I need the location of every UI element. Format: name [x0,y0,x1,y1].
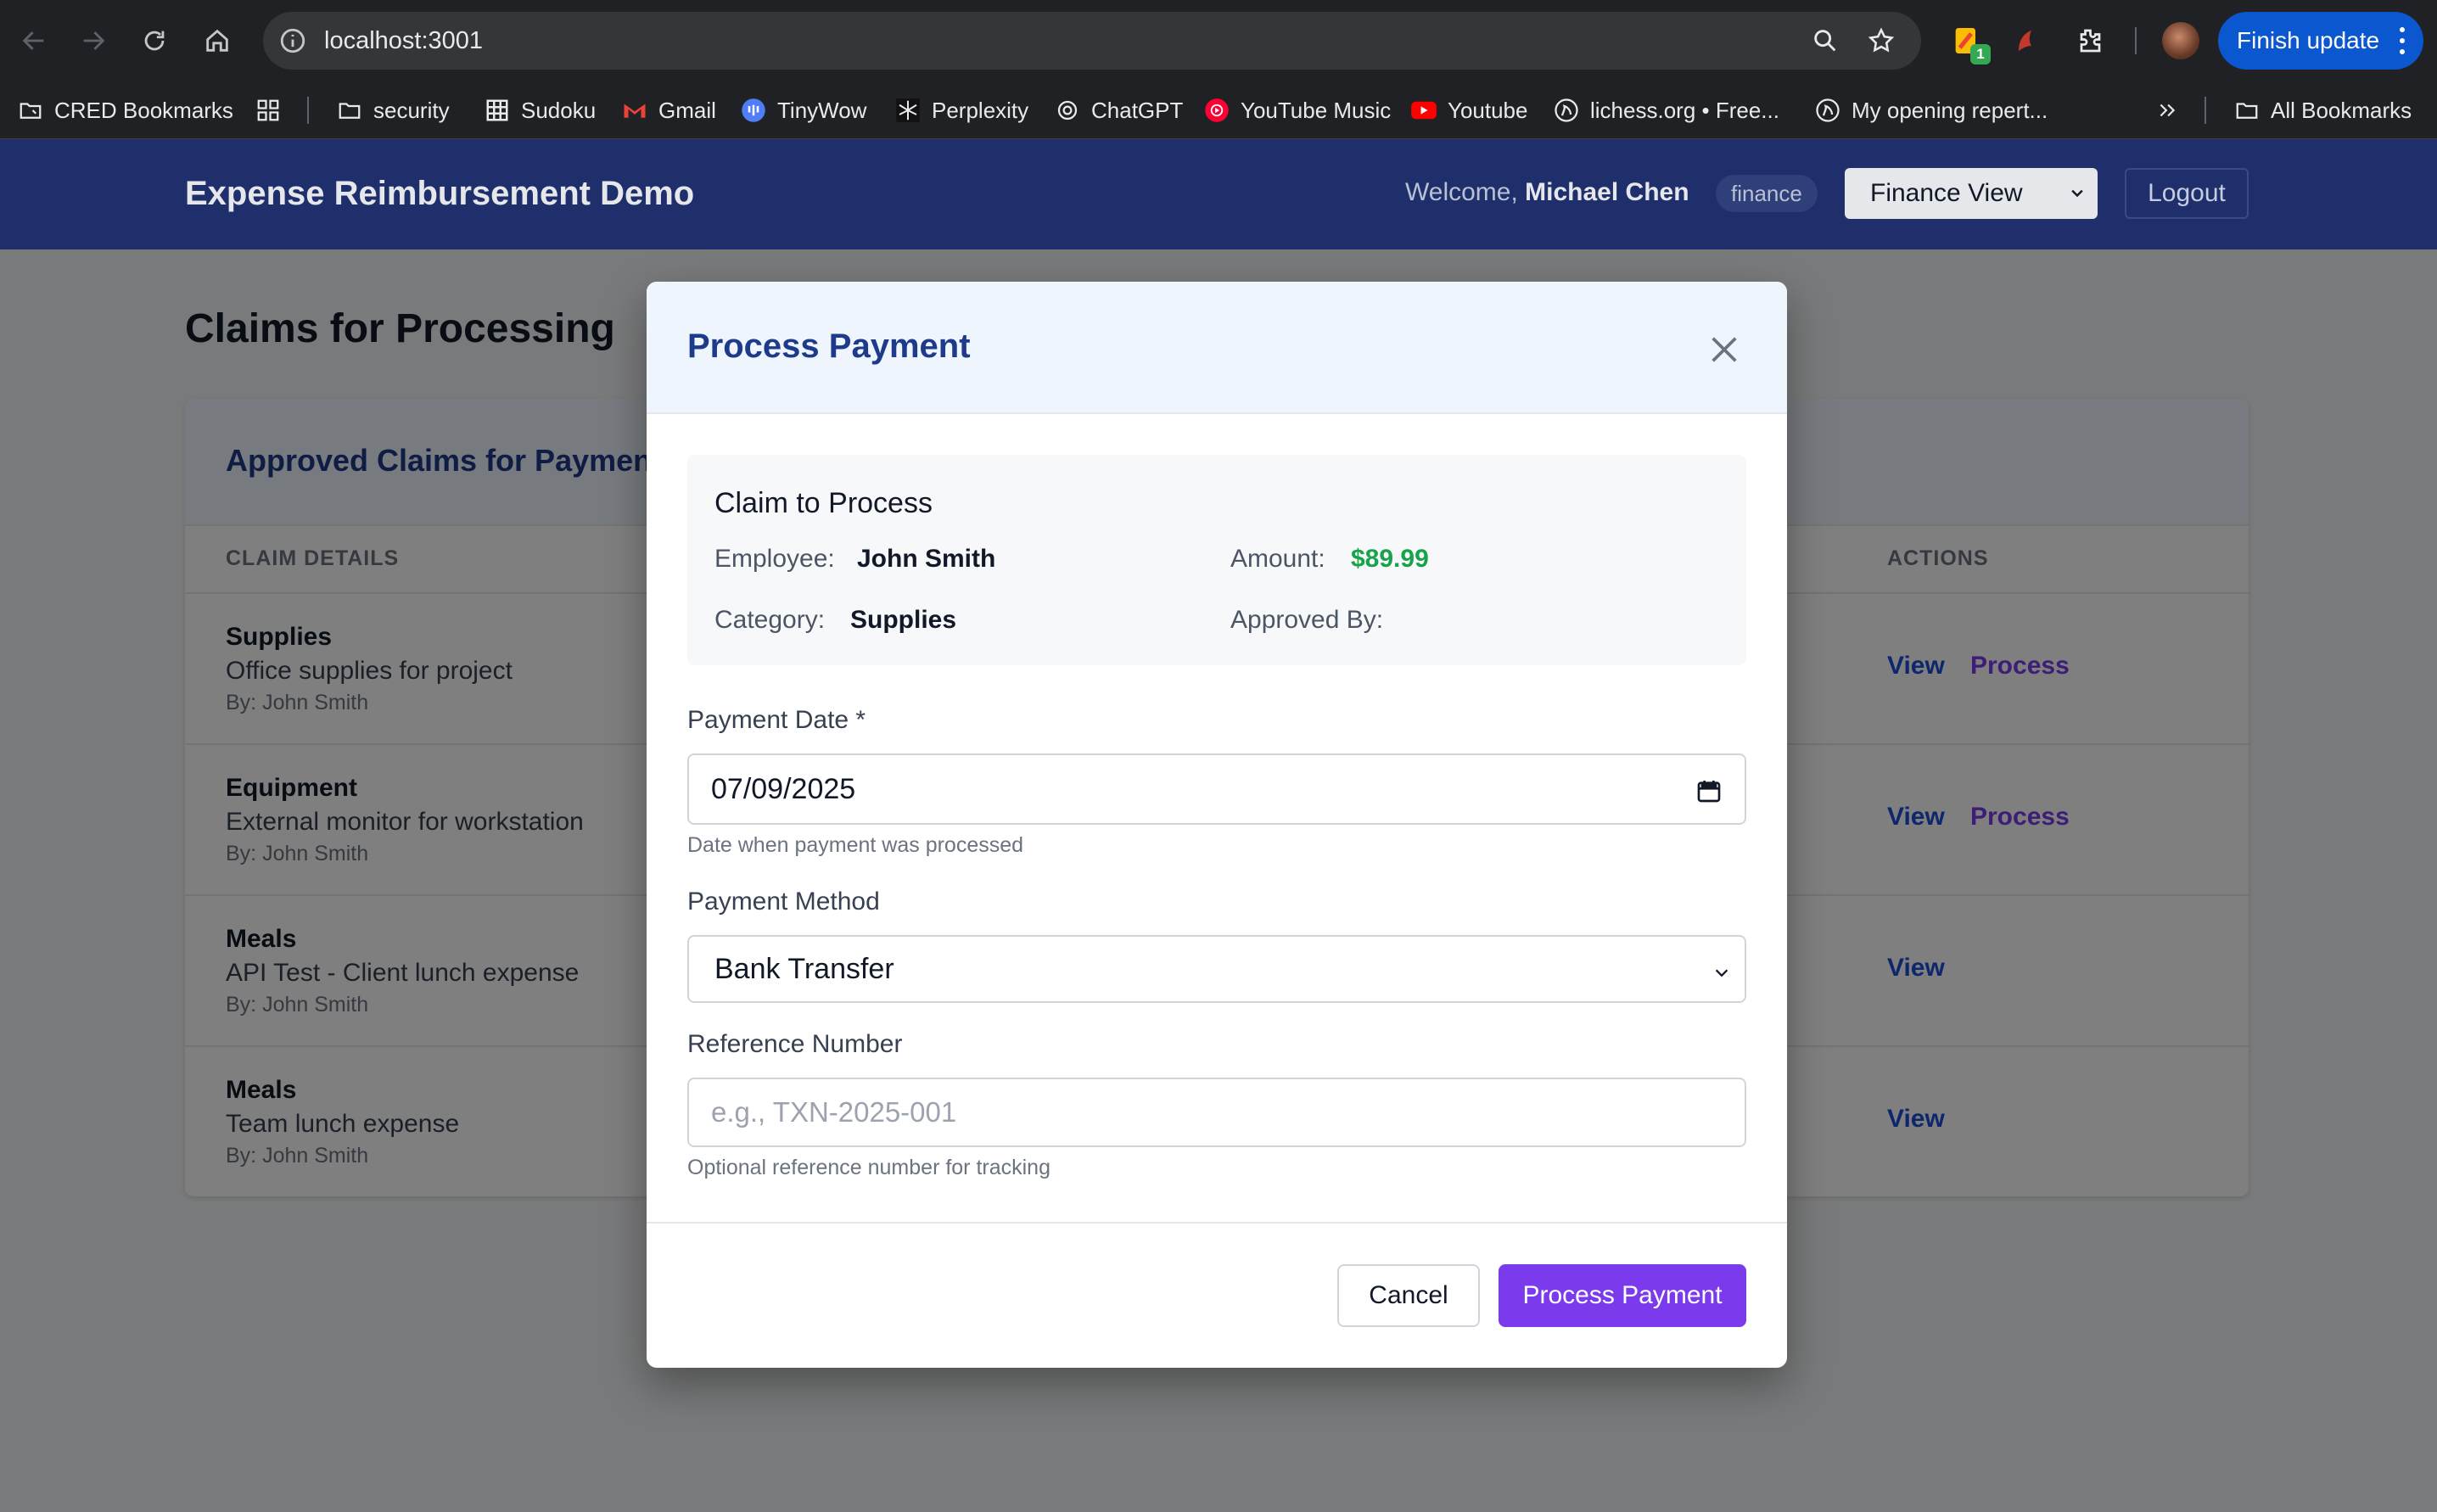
amount-value: $89.99 [1351,545,1429,573]
modal-header: Process Payment [647,282,1787,414]
close-icon[interactable] [1707,333,1741,367]
url-text[interactable]: localhost:3001 [324,24,483,58]
summary-title: Claim to Process [714,487,933,519]
modal-title: Process Payment [687,328,971,365]
extensions-menu-button[interactable] [2070,22,2108,59]
process-payment-button[interactable]: Process Payment [1499,1264,1746,1327]
category-label: Category: [714,606,826,634]
reload-button[interactable] [134,20,175,61]
bookmark-chatgpt[interactable]: ChatGPT [1054,81,1183,139]
calendar-icon[interactable] [1695,777,1723,804]
payment-method-value: Bank Transfer [714,952,894,985]
bookmark-gmail[interactable]: Gmail [621,81,716,139]
gmail-icon [621,97,648,124]
bookmark-perplexity[interactable]: Perplexity [894,81,1028,139]
bookmark-cred[interactable]: CRED Bookmarks [17,81,233,139]
folder-icon [336,97,363,124]
bookmark-divider-2 [2205,97,2206,124]
forward-button[interactable] [73,20,114,61]
modal-footer-divider [647,1222,1787,1224]
bookmark-opening-repertoire[interactable]: My opening repert... [1814,81,2048,139]
employee-label: Employee: [714,545,835,573]
category-value: Supplies [850,606,957,634]
extension-icon[interactable]: 1 [1948,22,1991,64]
apps-grid-icon [255,97,282,124]
payment-date-help: Date when payment was processed [687,833,1024,857]
welcome-text: Welcome, Michael Chen [1405,178,1689,206]
site-info-icon[interactable] [278,26,307,55]
amount-label: Amount: [1230,545,1325,573]
extension-badge: 1 [1970,44,1991,64]
payment-date-label: Payment Date * [687,706,866,734]
view-select-value: Finance View [1870,179,2023,207]
finish-update-label: Finish update [2237,27,2380,53]
youtube-icon [1410,97,1437,124]
app-title: Expense Reimbursement Demo [185,175,695,212]
reference-number-help: Optional reference number for tracking [687,1156,1050,1179]
sudoku-icon [484,97,511,124]
logout-button[interactable]: Logout [2125,168,2249,219]
bookmark-apps[interactable] [255,81,292,139]
zoom-icon[interactable] [1811,26,1840,55]
arrow-right-icon [83,31,105,50]
reference-number-placeholder: e.g., TXN-2025-001 [711,1096,957,1128]
all-bookmarks[interactable]: All Bookmarks [2233,81,2412,139]
arrow-left-icon [22,31,44,50]
lastpass-extension-icon [2019,31,2031,51]
reference-number-input[interactable]: e.g., TXN-2025-001 [687,1078,1746,1147]
folder-icon [2233,97,2261,124]
chevron-down-icon [2071,189,2083,198]
tinywow-icon [740,97,767,124]
bookmark-security[interactable]: security [336,81,450,139]
toolbar-divider [2135,27,2137,54]
perplexity-icon [894,97,922,124]
role-badge: finance [1716,175,1818,212]
finish-update-button[interactable]: Finish update [2218,12,2423,70]
reference-number-label: Reference Number [687,1030,903,1058]
bookmark-tinywow[interactable]: TinyWow [740,81,866,139]
view-select[interactable]: Finance View [1845,168,2098,219]
address-bar[interactable]: localhost:3001 [263,12,1921,70]
employee-value: John Smith [857,545,996,573]
bookmark-folder-icon [17,97,44,124]
payment-method-select[interactable]: Bank Transfer [687,935,1746,1003]
bookmark-youtube-music[interactable]: YouTube Music [1203,81,1391,139]
payment-date-input[interactable]: 07/09/2025 [687,753,1746,825]
puzzle-icon [2080,29,2101,53]
more-menu-icon [2400,27,2406,54]
claim-summary: Claim to Process Employee: John Smith Am… [687,455,1746,665]
chatgpt-icon [1054,97,1081,124]
profile-avatar[interactable] [2162,22,2199,59]
process-payment-modal: Process Payment Claim to Process Employe… [647,282,1787,1368]
chevron-down-icon [1715,969,1728,977]
bookmark-sudoku[interactable]: Sudoku [484,81,596,139]
approved-by-label: Approved By: [1230,606,1384,634]
user-name: Michael Chen [1525,178,1689,206]
bookmark-youtube[interactable]: Youtube [1410,81,1527,139]
youtube-music-icon [1203,97,1230,124]
home-button[interactable] [197,20,238,61]
lichess-icon [1553,97,1580,124]
bookmark-star-icon[interactable] [1867,26,1896,55]
bookmark-divider [307,97,309,124]
browser-toolbar: localhost:3001 1 Finish update [0,0,2437,81]
app-header: Expense Reimbursement Demo Welcome, Mich… [0,139,2437,249]
bookmark-lichess[interactable]: lichess.org • Free... [1553,81,1779,139]
back-button[interactable] [14,20,54,61]
chevron-double-right-icon [2154,97,2181,124]
reload-icon [144,31,165,51]
payment-date-value: 07/09/2025 [711,772,856,805]
lichess-icon [1814,97,1841,124]
extension-icon-2[interactable] [2008,22,2045,59]
bookmarks-bar: CRED Bookmarks security Sudoku Gmail Tin… [0,81,2437,139]
home-icon [206,29,228,52]
payment-method-label: Payment Method [687,888,880,916]
cancel-button[interactable]: Cancel [1337,1264,1480,1327]
bookmarks-overflow-button[interactable] [2154,81,2191,139]
